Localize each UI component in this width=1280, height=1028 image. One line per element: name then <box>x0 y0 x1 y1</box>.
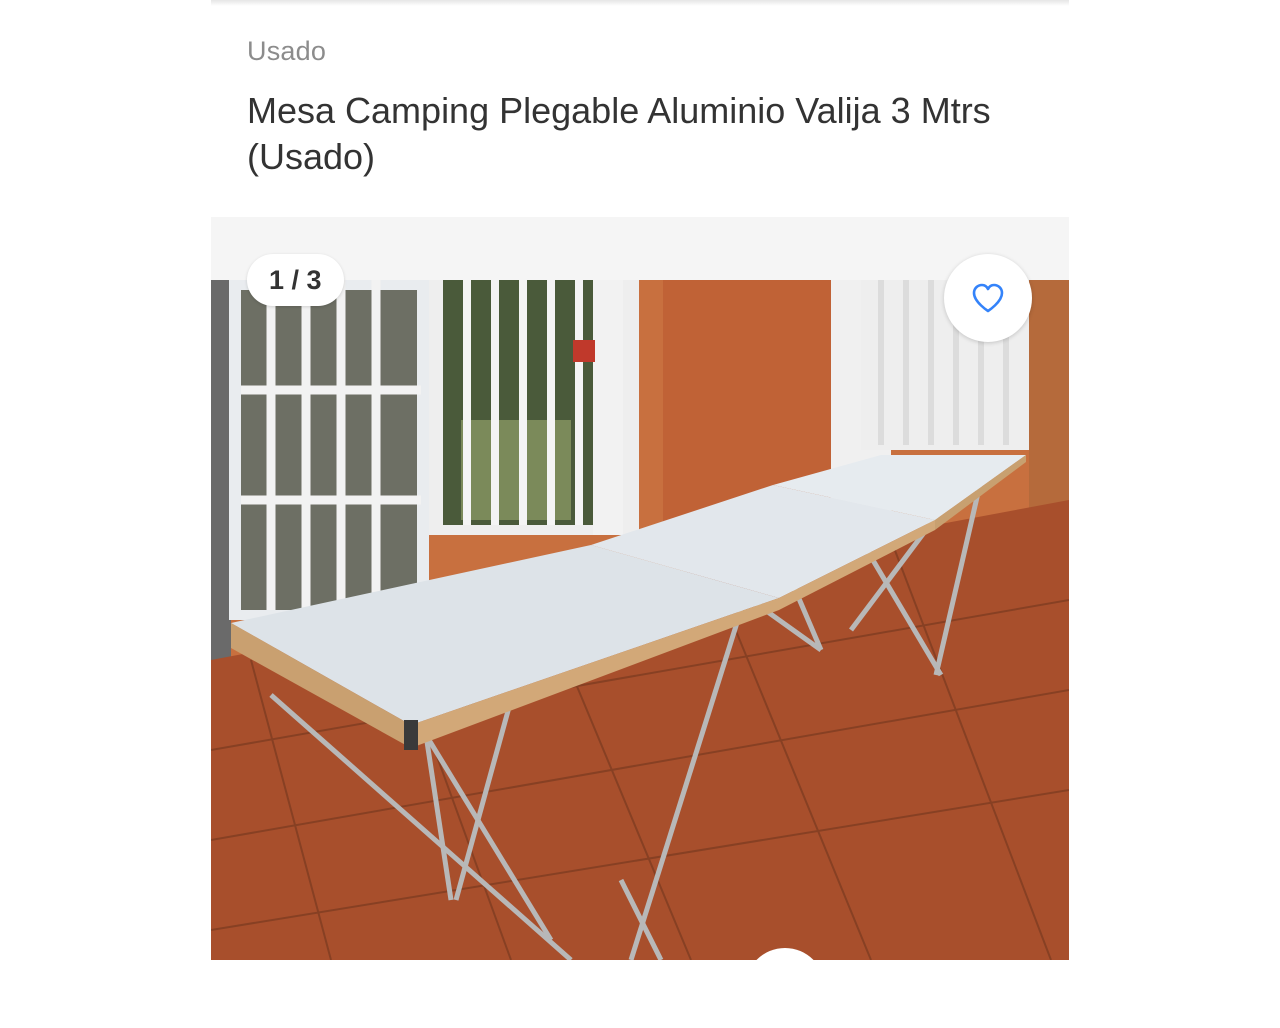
image-counter: 1 / 3 <box>247 254 344 306</box>
product-condition: Usado <box>247 36 327 66</box>
header-shadow <box>211 0 1069 6</box>
heart-outline-icon <box>972 283 1004 313</box>
share-button[interactable] <box>745 948 825 1028</box>
product-page: Usado Mesa Camping Plegable Aluminio Val… <box>211 0 1069 960</box>
image-gallery[interactable]: 1 / 3 <box>211 217 1069 960</box>
product-photo[interactable] <box>211 280 1069 960</box>
product-title: Mesa Camping Plegable Aluminio Valija 3 … <box>247 90 991 177</box>
favorite-button[interactable] <box>944 254 1032 342</box>
